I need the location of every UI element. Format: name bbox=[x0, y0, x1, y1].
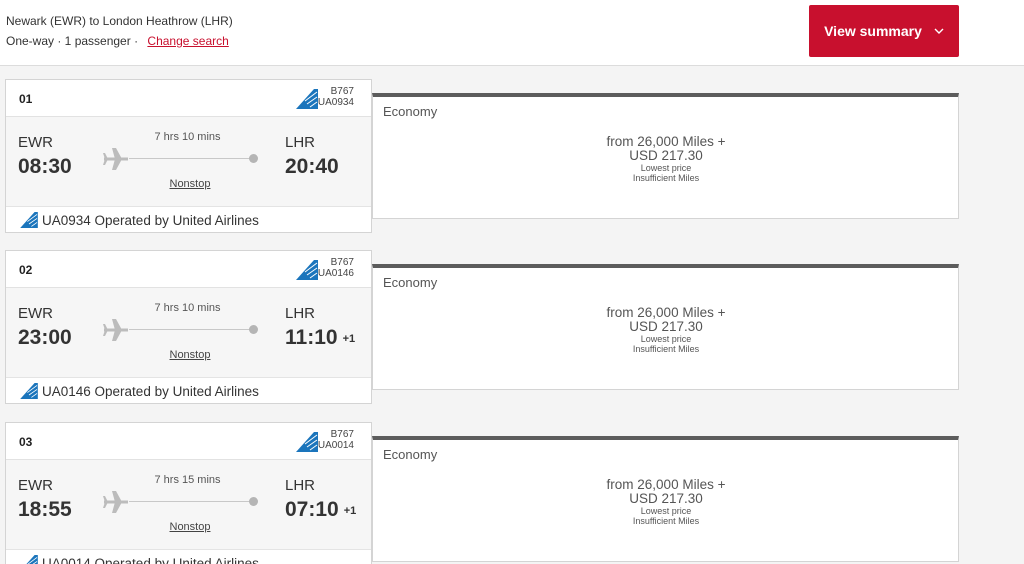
nonstop-link[interactable]: Nonstop bbox=[126, 349, 254, 361]
operated-by: UA0014 Operated by United Airlines bbox=[42, 556, 259, 564]
chevron-down-icon bbox=[934, 28, 944, 34]
flight-index: 03 bbox=[19, 435, 33, 449]
fare-price: from 26,000 Miles + USD 217.30 bbox=[373, 135, 959, 163]
view-summary-label: View summary bbox=[824, 23, 922, 39]
origin-code: EWR bbox=[18, 477, 53, 494]
aircraft-type: B767 bbox=[330, 86, 354, 97]
fare-miles: from 26,000 Miles + bbox=[606, 305, 726, 320]
origin-code: EWR bbox=[18, 134, 53, 151]
airplane-icon bbox=[103, 148, 128, 170]
operated-by: UA0934 Operated by United Airlines bbox=[42, 213, 259, 228]
flight-duration: 7 hrs 15 mins bbox=[154, 474, 221, 486]
united-tail-logo-icon bbox=[20, 212, 38, 228]
operator-row: UA0146 Operated by United Airlines bbox=[6, 377, 371, 403]
flight-index: 02 bbox=[19, 263, 33, 277]
fare-cash: USD 217.30 bbox=[629, 148, 703, 163]
fare-notes: Lowest price Insufficient Miles bbox=[373, 506, 959, 526]
fare-miles: from 26,000 Miles + bbox=[606, 477, 726, 492]
flight-card-header: 03 B767 UA0014 bbox=[6, 423, 371, 460]
departure-time: 08:30 bbox=[18, 155, 72, 178]
route-line bbox=[129, 329, 254, 330]
aircraft-type: B767 bbox=[330, 429, 354, 440]
cabin-label: Economy bbox=[383, 104, 438, 119]
flight-card-header: 01 B767 UA0934 bbox=[6, 80, 371, 117]
fare-economy-card[interactable]: Economy from 26,000 Miles + USD 217.30 L… bbox=[372, 93, 959, 219]
arrival-time: 07:10 +1 bbox=[285, 498, 356, 522]
trip-details: One-way · 1 passenger · bbox=[6, 34, 139, 48]
lowest-price-label: Lowest price bbox=[640, 163, 692, 173]
fare-cash: USD 217.30 bbox=[629, 491, 703, 506]
destination-code: LHR bbox=[285, 305, 316, 322]
arrival-time-value: 07:10 bbox=[285, 498, 339, 521]
nonstop-link[interactable]: Nonstop bbox=[126, 521, 254, 533]
fare-notes: Lowest price Insufficient Miles bbox=[373, 163, 959, 183]
arrival-time-value: 11:10 bbox=[285, 326, 338, 349]
search-header: Newark (EWR) to London Heathrow (LHR) On… bbox=[0, 0, 1024, 66]
destination-code: LHR bbox=[285, 477, 316, 494]
flight-details: EWR 18:55 7 hrs 15 mins Nonstop LHR 07:1… bbox=[6, 460, 371, 549]
united-tail-logo-icon bbox=[296, 89, 318, 109]
route-title: Newark (EWR) to London Heathrow (LHR) bbox=[6, 14, 233, 28]
flight-card[interactable]: 03 B767 UA0014 EWR 18:55 7 hrs 15 mins N… bbox=[5, 422, 372, 564]
fare-miles: from 26,000 Miles + bbox=[606, 134, 726, 149]
flight-index: 01 bbox=[19, 92, 33, 106]
flight-card[interactable]: 02 B767 UA0146 EWR 23:00 7 hrs 10 mins N… bbox=[5, 250, 372, 404]
lowest-price-label: Lowest price bbox=[640, 334, 692, 344]
day-offset: +1 bbox=[342, 333, 356, 345]
day-offset: +1 bbox=[343, 505, 357, 517]
flight-number: UA0014 bbox=[317, 440, 354, 451]
united-tail-logo-icon bbox=[296, 260, 318, 280]
fare-economy-card[interactable]: Economy from 26,000 Miles + USD 217.30 L… bbox=[372, 436, 959, 562]
lowest-price-label: Lowest price bbox=[640, 506, 692, 516]
nonstop-link[interactable]: Nonstop bbox=[126, 178, 254, 190]
insufficient-miles-label: Insufficient Miles bbox=[632, 344, 700, 354]
operated-by: UA0146 Operated by United Airlines bbox=[42, 384, 259, 399]
equipment-info: B767 UA0146 bbox=[318, 257, 354, 279]
route-end-dot bbox=[249, 154, 258, 163]
united-tail-logo-icon bbox=[20, 383, 38, 399]
fare-economy-card[interactable]: Economy from 26,000 Miles + USD 217.30 L… bbox=[372, 264, 959, 390]
insufficient-miles-label: Insufficient Miles bbox=[632, 516, 700, 526]
flight-duration: 7 hrs 10 mins bbox=[154, 131, 221, 143]
departure-time: 18:55 bbox=[18, 498, 72, 521]
operator-row: UA0934 Operated by United Airlines bbox=[6, 206, 371, 232]
flight-details: EWR 23:00 7 hrs 10 mins Nonstop LHR 11:1… bbox=[6, 288, 371, 377]
arrival-time: 20:40 bbox=[285, 155, 344, 179]
equipment-info: B767 UA0934 bbox=[318, 86, 354, 108]
trip-info: One-way · 1 passenger · Change search bbox=[6, 34, 229, 48]
fare-notes: Lowest price Insufficient Miles bbox=[373, 334, 959, 354]
flight-number: UA0934 bbox=[317, 97, 354, 108]
cabin-label: Economy bbox=[383, 447, 438, 462]
route-end-dot bbox=[249, 497, 258, 506]
insufficient-miles-label: Insufficient Miles bbox=[632, 173, 700, 183]
fare-price: from 26,000 Miles + USD 217.30 bbox=[373, 478, 959, 506]
flight-card[interactable]: 01 B767 UA0934 EWR 08:30 7 hrs 10 mins N… bbox=[5, 79, 372, 233]
united-tail-logo-icon bbox=[296, 432, 318, 452]
view-summary-button[interactable]: View summary bbox=[809, 5, 959, 57]
fare-price: from 26,000 Miles + USD 217.30 bbox=[373, 306, 959, 334]
arrival-time: 11:10 +1 bbox=[285, 326, 355, 350]
aircraft-type: B767 bbox=[330, 257, 354, 268]
route-line bbox=[129, 501, 254, 502]
route-end-dot bbox=[249, 325, 258, 334]
change-search-link[interactable]: Change search bbox=[147, 34, 228, 48]
flight-number: UA0146 bbox=[317, 268, 354, 279]
flight-duration: 7 hrs 10 mins bbox=[154, 302, 221, 314]
departure-time: 23:00 bbox=[18, 326, 72, 349]
airplane-icon bbox=[103, 319, 128, 341]
origin-code: EWR bbox=[18, 305, 53, 322]
destination-code: LHR bbox=[285, 134, 316, 151]
operator-row: UA0014 Operated by United Airlines bbox=[6, 549, 371, 564]
flight-details: EWR 08:30 7 hrs 10 mins Nonstop LHR 20:4… bbox=[6, 117, 371, 206]
cabin-label: Economy bbox=[383, 275, 438, 290]
route-line bbox=[129, 158, 254, 159]
flight-card-header: 02 B767 UA0146 bbox=[6, 251, 371, 288]
airplane-icon bbox=[103, 491, 128, 513]
arrival-time-value: 20:40 bbox=[285, 155, 339, 178]
fare-cash: USD 217.30 bbox=[629, 319, 703, 334]
united-tail-logo-icon bbox=[26, 555, 38, 564]
equipment-info: B767 UA0014 bbox=[318, 429, 354, 451]
